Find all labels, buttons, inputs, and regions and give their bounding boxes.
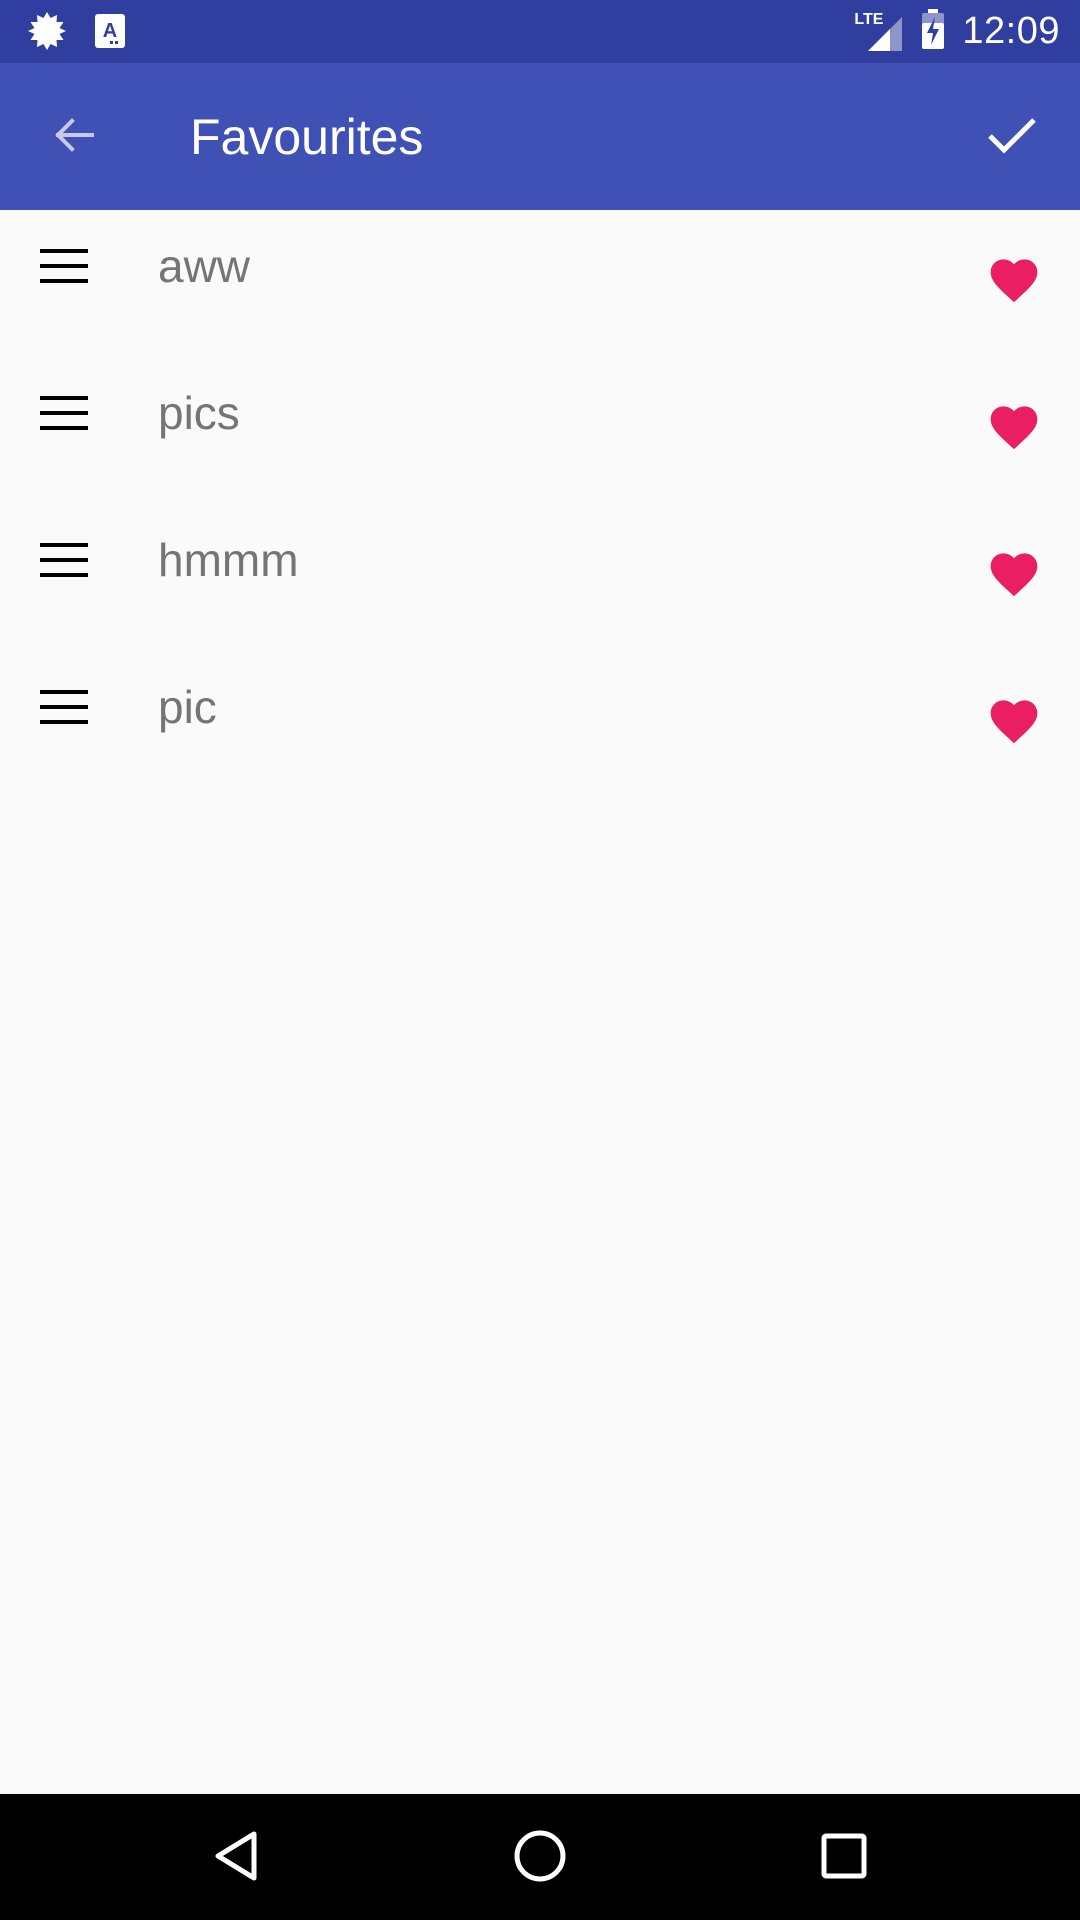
drag-handle-icon[interactable] [30,673,98,741]
list-item[interactable]: aww [0,210,1080,357]
arrow-back-icon [52,113,96,162]
drag-handle-icon[interactable] [30,379,98,447]
drag-handle-icon[interactable] [30,232,98,300]
page-title: Favourites [190,109,424,165]
nav-recents-button[interactable] [808,1822,880,1894]
status-time: 12:09 [962,10,1060,52]
list-item[interactable]: pic [0,651,1080,798]
back-triangle-icon [212,1830,260,1887]
nav-back-button[interactable] [200,1822,272,1894]
list-item[interactable]: hmmm [0,504,1080,651]
text-a-icon: A [94,13,126,54]
battery-charging-icon [920,8,946,54]
heart-icon [986,693,1042,750]
signal-icon: LTE [854,11,904,51]
nav-home-button[interactable] [504,1822,576,1894]
favourite-button[interactable] [984,544,1044,604]
check-icon [987,115,1037,160]
drag-handle-icon[interactable] [30,526,98,594]
list-item-label: pics [158,387,240,439]
status-bar: A LTE 12:09 [0,0,1080,63]
favourite-button[interactable] [984,250,1044,310]
list-item-label: pic [158,681,217,733]
list-item-label: hmmm [158,534,299,586]
confirm-button[interactable] [974,99,1050,175]
recents-square-icon [820,1832,868,1885]
heart-icon [986,546,1042,603]
settings-burst-icon [28,12,66,55]
list-item[interactable]: pics [0,357,1080,504]
navigation-bar [0,1794,1080,1920]
heart-icon [986,252,1042,309]
favourite-button[interactable] [984,397,1044,457]
favourite-button[interactable] [984,691,1044,751]
list-item-label: aww [158,240,251,292]
favourites-list: aww pics hmmm pic [0,210,1080,798]
heart-icon [986,399,1042,456]
back-button[interactable] [38,101,110,173]
app-bar: Favourites [0,63,1080,210]
home-circle-icon [513,1829,567,1888]
svg-text:A: A [103,20,117,42]
